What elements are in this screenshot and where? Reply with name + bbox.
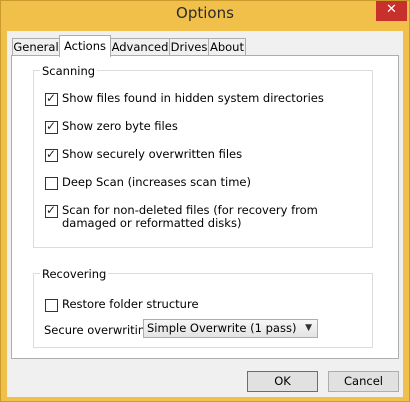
dialog-client: General Actions Advanced Drives About Sc… <box>7 31 403 397</box>
cancel-button[interactable]: Cancel <box>328 371 399 392</box>
hidden-dirs-checkbox[interactable]: ✓ <box>45 91 58 106</box>
scanning-group-title: Scanning <box>40 64 98 78</box>
restore-folder-checkbox[interactable] <box>45 299 58 312</box>
secure-overwriting-select[interactable]: Simple Overwrite (1 pass) ▼ <box>143 319 318 338</box>
window-title: Options <box>176 4 234 22</box>
close-icon[interactable]: ✕ <box>376 1 407 21</box>
secure-overwriting-value: Simple Overwrite (1 pass) <box>147 321 297 335</box>
option-non-deleted-files[interactable]: ✓ Scan for non-deleted files (for recove… <box>45 203 352 230</box>
non-deleted-label: Scan for non-deleted files (for recovery… <box>62 203 318 230</box>
zero-byte-checkbox[interactable]: ✓ <box>45 119 58 134</box>
check-icon: ✓ <box>46 203 57 217</box>
deep-scan-checkbox[interactable] <box>45 177 58 190</box>
option-securely-overwritten[interactable]: ✓ Show securely overwritten files <box>45 147 362 162</box>
tab-about[interactable]: About <box>208 38 246 56</box>
non-deleted-checkbox[interactable]: ✓ <box>45 203 58 218</box>
tab-advanced[interactable]: Advanced <box>110 38 170 56</box>
tab-general[interactable]: General <box>12 38 60 56</box>
hidden-dirs-label: Show files found in hidden system direct… <box>62 91 324 105</box>
option-hidden-system-dirs[interactable]: ✓ Show files found in hidden system dire… <box>45 91 362 106</box>
tab-actions[interactable]: Actions <box>59 35 111 57</box>
options-dialog: Options ✕ General Actions Advanced Drive… <box>0 0 410 402</box>
chevron-down-icon: ▼ <box>305 323 312 333</box>
ok-button[interactable]: OK <box>247 371 318 392</box>
securely-overwritten-label: Show securely overwritten files <box>62 147 243 161</box>
scanning-group: Scanning ✓ Show files found in hidden sy… <box>33 64 373 248</box>
title-bar[interactable]: Options ✕ <box>1 1 409 29</box>
zero-byte-label: Show zero byte files <box>62 119 178 133</box>
recovering-group-title: Recovering <box>40 267 109 281</box>
check-icon: ✓ <box>46 147 57 161</box>
option-deep-scan[interactable]: Deep Scan (increases scan time) <box>45 176 362 190</box>
securely-overwritten-checkbox[interactable]: ✓ <box>45 147 58 162</box>
restore-folder-label: Restore folder structure <box>62 297 199 311</box>
tab-drives[interactable]: Drives <box>169 38 209 56</box>
secure-overwriting-label: Secure overwriting <box>44 323 153 337</box>
option-restore-folder[interactable]: Restore folder structure <box>45 298 362 312</box>
check-icon: ✓ <box>46 91 57 105</box>
actions-tab-panel: Scanning ✓ Show files found in hidden sy… <box>11 55 399 359</box>
deep-scan-label: Deep Scan (increases scan time) <box>62 175 251 189</box>
check-icon: ✓ <box>46 119 57 133</box>
recovering-group: Recovering Restore folder structure Secu… <box>33 267 373 348</box>
option-zero-byte-files[interactable]: ✓ Show zero byte files <box>45 119 362 134</box>
